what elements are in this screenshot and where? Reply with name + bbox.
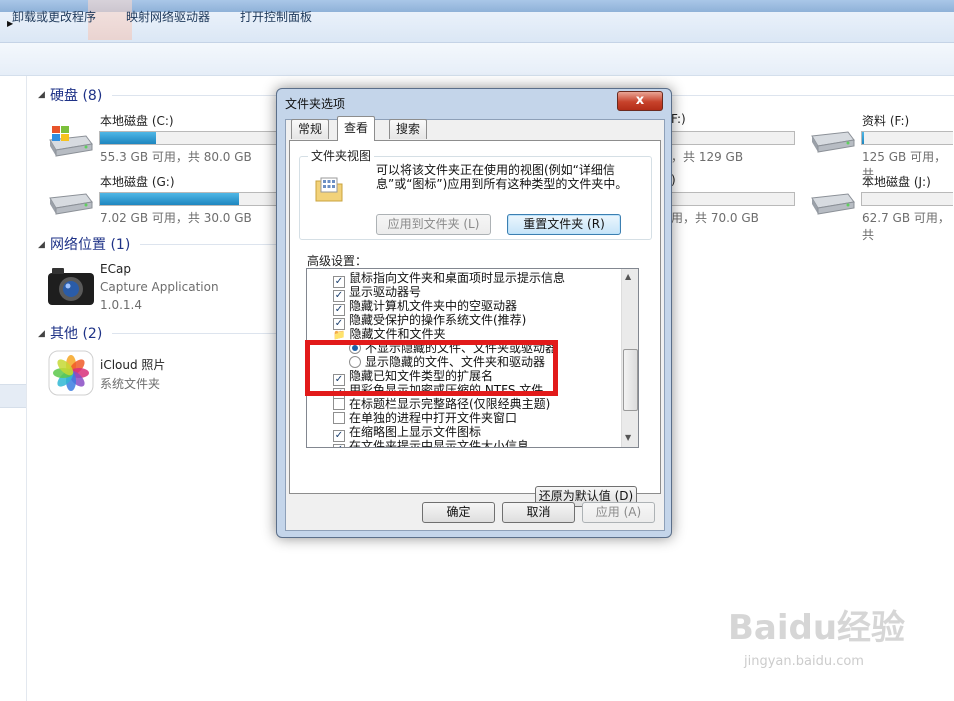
- camera-icon: [48, 268, 94, 305]
- list-scrollbar[interactable]: ▲ ▼: [621, 269, 638, 447]
- drive-partial-space: ，共 129 GB: [671, 150, 744, 164]
- scroll-thumb[interactable]: [623, 349, 638, 411]
- tab-view[interactable]: 查看: [337, 116, 376, 141]
- ecap-title[interactable]: ECap: [100, 262, 131, 276]
- drive-c-usage-bar: [99, 131, 281, 145]
- collapse-arrow-icon[interactable]: ◢: [38, 90, 45, 100]
- view-tab-panel: 文件夹视图 可以将该文件夹正在使用的视图(例如“详细信息”或“图标”)应用到所有…: [289, 140, 661, 507]
- advanced-setting-label: 在缩略图上显示文件图标: [349, 425, 482, 439]
- hard-drive-icon: [811, 131, 855, 153]
- dialog-body: 常规 查看 搜索 文件夹视图 可以将该文件夹正在使用的视图(例如“详细信息”或“…: [285, 116, 665, 531]
- drive-j-usage-bar: [861, 192, 953, 206]
- drive-partial-space: 用，共 70.0 GB: [671, 211, 759, 225]
- hard-drive-icon: [811, 193, 855, 215]
- advanced-setting-label: 隐藏受保护的操作系统文件(推荐): [349, 313, 527, 327]
- advanced-setting-item[interactable]: ✓ 在文件夹提示中显示文件大小信息: [333, 439, 530, 448]
- drive-j-space: 62.7 GB 可用，共: [862, 211, 950, 242]
- ok-button[interactable]: 确定: [422, 502, 495, 523]
- baidu-watermark: Baidu经验: [728, 608, 906, 648]
- advanced-settings-label: 高级设置：: [307, 254, 368, 268]
- advanced-setting-label: 隐藏计算机文件夹中的空驱动器: [349, 299, 518, 313]
- icloud-photos-title[interactable]: iCloud 照片: [100, 356, 165, 373]
- command-bar: [0, 43, 954, 76]
- section-header-drives[interactable]: 硬盘 (8): [50, 85, 102, 105]
- advanced-setting-item[interactable]: ✓ 鼠标指向文件夹和桌面项时显示提示信息: [333, 271, 566, 288]
- checkbox-icon[interactable]: [333, 412, 345, 424]
- checkbox-checked-icon[interactable]: ✓: [333, 444, 345, 447]
- apply-button[interactable]: 应用 (A): [582, 502, 655, 523]
- baidu-watermark-url: jingyan.baidu.com: [744, 654, 864, 669]
- cancel-button[interactable]: 取消: [502, 502, 575, 523]
- ecap-version: 1.0.1.4: [100, 298, 142, 312]
- advanced-setting-label: 显示驱动器号: [349, 285, 422, 299]
- dialog-title: 文件夹选项: [285, 97, 346, 111]
- navigation-pane-selected-item[interactable]: [0, 384, 26, 408]
- hard-drive-icon: [49, 193, 93, 215]
- close-icon[interactable]: x: [617, 91, 663, 111]
- collapse-arrow-icon[interactable]: ◢: [38, 240, 45, 250]
- section-divider: [140, 244, 276, 245]
- folder-view-label: 文件夹视图: [308, 147, 375, 164]
- open-control-panel-button[interactable]: 打开控制面板: [240, 8, 312, 25]
- tab-general[interactable]: 常规: [291, 119, 330, 139]
- drive-g-usage-fill: [100, 193, 239, 205]
- section-header-other[interactable]: 其他 (2): [50, 323, 102, 343]
- collapse-arrow-icon[interactable]: ◢: [38, 329, 45, 339]
- drive-partial-label[interactable]: F:): [671, 112, 686, 126]
- advanced-setting-label: 在单独的进程中打开文件夹窗口: [349, 411, 518, 425]
- folder-options-dialog: 文件夹选项 x 常规 查看 搜索 文件夹视图 可以将该文件夹正在使用的视图(例如…: [276, 88, 672, 538]
- drive-c-usage-fill: [100, 132, 156, 144]
- advanced-setting-item[interactable]: 在单独的进程中打开文件夹窗口: [333, 411, 517, 425]
- folder-view-description: 可以将该文件夹正在使用的视图(例如“详细信息”或“图标”)应用到所有这种类型的文…: [376, 163, 628, 191]
- scroll-down-icon[interactable]: ▼: [625, 433, 631, 442]
- section-header-network[interactable]: 网络位置 (1): [50, 234, 130, 254]
- advanced-setting-label: 在标题栏显示完整路径(仅限经典主题): [349, 397, 551, 411]
- icloud-photos-subtitle: 系统文件夹: [100, 377, 161, 391]
- drive-c-space: 55.3 GB 可用，共 80.0 GB: [100, 150, 252, 164]
- advanced-setting-label: 鼠标指向文件夹和桌面项时显示提示信息: [349, 271, 566, 285]
- reset-folders-button[interactable]: 重置文件夹 (R): [507, 214, 621, 235]
- apply-to-folders-button[interactable]: 应用到文件夹 (L): [376, 214, 491, 235]
- section-divider: [112, 333, 276, 334]
- advanced-setting-label: 在文件夹提示中显示文件大小信息: [349, 439, 530, 448]
- icloud-photos-icon: [48, 350, 94, 396]
- drive-f-usage-bar: [861, 131, 953, 145]
- advanced-setting-item[interactable]: 在标题栏显示完整路径(仅限经典主题): [333, 397, 550, 411]
- scroll-up-icon[interactable]: ▲: [625, 272, 631, 281]
- drive-g-usage-bar: [99, 192, 281, 206]
- hard-drive-icon: [49, 126, 93, 157]
- drive-j-label[interactable]: 本地磁盘 (J:): [862, 173, 931, 190]
- advanced-setting-item[interactable]: ✓ 显示驱动器号: [333, 285, 422, 302]
- drive-f-usage-fill: [862, 132, 864, 144]
- drive-g-space: 7.02 GB 可用，共 30.0 GB: [100, 211, 252, 225]
- drive-partial-usage-bar: [670, 192, 795, 206]
- uninstall-program-button[interactable]: 卸载或更改程序: [12, 8, 96, 25]
- advanced-setting-label: 隐藏文件和文件夹: [349, 327, 446, 341]
- advanced-setting-item[interactable]: ✓ 隐藏计算机文件夹中的空驱动器: [333, 299, 518, 316]
- drive-c-label[interactable]: 本地磁盘 (C:): [100, 112, 174, 129]
- tab-search[interactable]: 搜索: [389, 119, 428, 139]
- highlight-box: [305, 340, 558, 396]
- drive-partial-usage-bar: [670, 131, 795, 145]
- advanced-setting-item[interactable]: ✓ 隐藏受保护的操作系统文件(推荐): [333, 313, 527, 330]
- advanced-setting-item[interactable]: 📁 隐藏文件和文件夹: [333, 327, 445, 341]
- checkbox-icon[interactable]: [333, 398, 345, 410]
- ecap-subtitle: Capture Application: [100, 280, 219, 294]
- map-network-drive-button[interactable]: 映射网络驱动器: [126, 8, 210, 25]
- folder-view-icon: [315, 177, 343, 202]
- drive-g-label[interactable]: 本地磁盘 (G:): [100, 173, 175, 190]
- advanced-setting-item[interactable]: ✓ 在缩略图上显示文件图标: [333, 425, 482, 442]
- drive-f-label[interactable]: 资料 (F:): [862, 112, 909, 129]
